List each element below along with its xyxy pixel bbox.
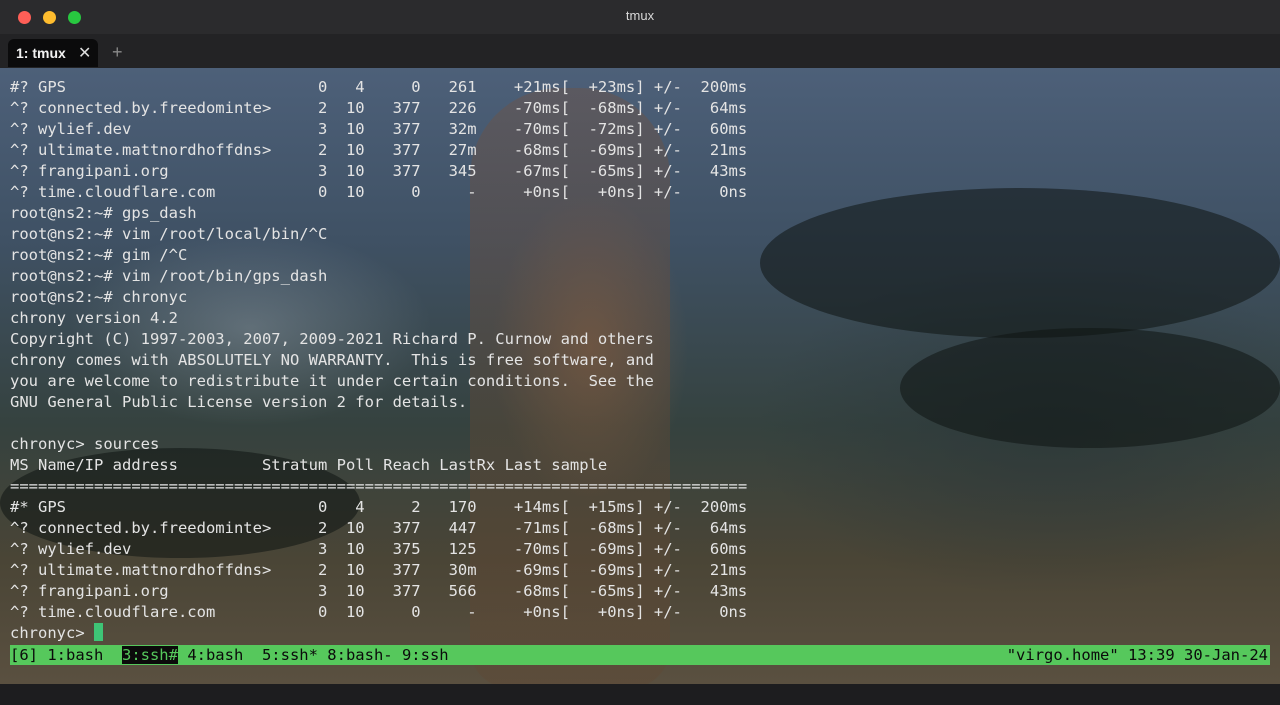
terminal-line: chronyc> sources bbox=[10, 435, 160, 453]
status-window-1[interactable]: 1:bash bbox=[47, 646, 122, 664]
terminal-line: #* GPS 0 4 2 170 +14ms[ +15ms] +/- 200ms bbox=[10, 498, 748, 516]
prompt-text: chronyc> bbox=[10, 624, 94, 642]
terminal-line: root@ns2:~# vim /root/local/bin/^C bbox=[10, 225, 328, 243]
status-window-list[interactable]: 4:bash 5:ssh* 8:bash- 9:ssh bbox=[178, 646, 448, 664]
status-windows: [6] 1:bash 3:ssh# 4:bash 5:ssh* 8:bash- … bbox=[10, 645, 449, 665]
tab-tmux[interactable]: 1: tmux ✕ bbox=[8, 39, 98, 67]
window-titlebar: tmux bbox=[0, 0, 1280, 34]
terminal-line: root@ns2:~# chronyc bbox=[10, 288, 188, 306]
terminal-line: ^? ultimate.mattnordhoffdns> 2 10 377 30… bbox=[10, 561, 748, 579]
terminal-line: MS Name/IP address Stratum Poll Reach La… bbox=[10, 456, 608, 474]
terminal-line: Copyright (C) 1997-2003, 2007, 2009-2021… bbox=[10, 330, 654, 348]
terminal-line: ========================================… bbox=[10, 477, 748, 495]
terminal-line: ^? connected.by.freedominte> 2 10 377 22… bbox=[10, 99, 748, 117]
prompt-line[interactable]: chronyc> bbox=[10, 623, 747, 644]
status-host-time: "virgo.home" 13:39 30-Jan-24 bbox=[1006, 646, 1268, 664]
status-window-3-current[interactable]: 3:ssh# bbox=[121, 646, 178, 664]
terminal-line: root@ns2:~# vim /root/bin/gps_dash bbox=[10, 267, 328, 285]
terminal-line: ^? connected.by.freedominte> 2 10 377 44… bbox=[10, 519, 748, 537]
tmux-status-bar: [6] 1:bash 3:ssh# 4:bash 5:ssh* 8:bash- … bbox=[10, 645, 1270, 665]
tab-bar: 1: tmux ✕ + bbox=[0, 34, 1280, 68]
close-icon[interactable]: ✕ bbox=[78, 43, 91, 63]
terminal-output: #? GPS 0 4 0 261 +21ms[ +23ms] +/- 200ms… bbox=[10, 77, 747, 644]
new-tab-button[interactable]: + bbox=[112, 42, 123, 63]
terminal-line: you are welcome to redistribute it under… bbox=[10, 372, 654, 390]
tab-label: 1: tmux bbox=[16, 45, 66, 61]
terminal-line: ^? wylief.dev 3 10 375 125 -70ms[ -69ms]… bbox=[10, 540, 748, 558]
terminal-line: ^? time.cloudflare.com 0 10 0 - +0ns[ +0… bbox=[10, 183, 748, 201]
terminal-pane[interactable]: #? GPS 0 4 0 261 +21ms[ +23ms] +/- 200ms… bbox=[0, 68, 1280, 684]
status-session: [6] bbox=[10, 646, 48, 664]
terminal-line: #? GPS 0 4 0 261 +21ms[ +23ms] +/- 200ms bbox=[10, 78, 748, 96]
background-palm-shape bbox=[760, 188, 1280, 338]
terminal-line: ^? frangipani.org 3 10 377 345 -67ms[ -6… bbox=[10, 162, 748, 180]
window-title: tmux bbox=[625, 8, 655, 23]
terminal-line: ^? wylief.dev 3 10 377 32m -70ms[ -72ms]… bbox=[10, 120, 748, 138]
text-cursor bbox=[94, 623, 103, 641]
terminal-line: ^? frangipani.org 3 10 377 566 -68ms[ -6… bbox=[10, 582, 748, 600]
background-palm-shape bbox=[900, 328, 1280, 448]
terminal-line: chrony comes with ABSOLUTELY NO WARRANTY… bbox=[10, 351, 654, 369]
terminal-line: ^? ultimate.mattnordhoffdns> 2 10 377 27… bbox=[10, 141, 748, 159]
terminal-line: GNU General Public License version 2 for… bbox=[10, 393, 468, 411]
terminal-line: chrony version 4.2 bbox=[10, 309, 178, 327]
terminal-line: ^? time.cloudflare.com 0 10 0 - +0ns[ +0… bbox=[10, 603, 748, 621]
terminal-line: root@ns2:~# gps_dash bbox=[10, 204, 197, 222]
terminal-line: root@ns2:~# gim /^C bbox=[10, 246, 188, 264]
